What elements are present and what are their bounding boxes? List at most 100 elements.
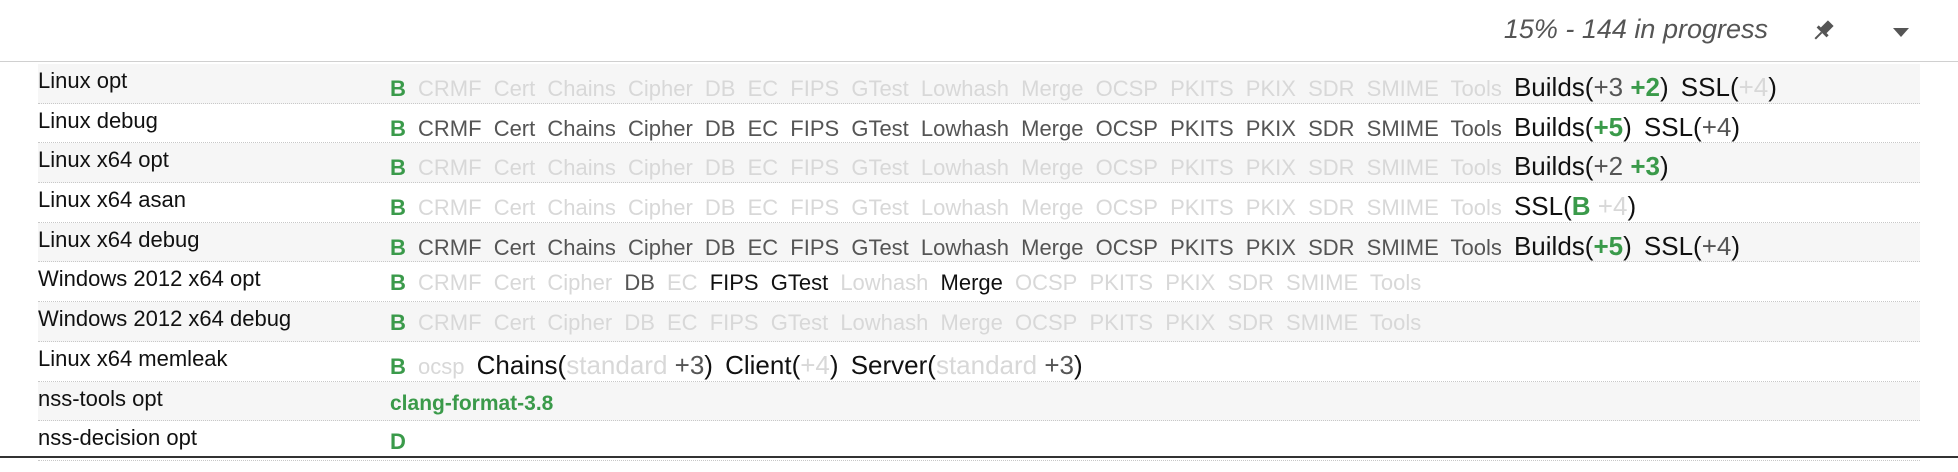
group-ssl[interactable]: SSL(B +4): [1514, 191, 1636, 221]
job-merge[interactable]: Merge: [941, 270, 1003, 295]
job-merge[interactable]: Merge: [1021, 155, 1083, 180]
job-ocsp[interactable]: OCSP: [1096, 116, 1158, 141]
job-tools[interactable]: Tools: [1450, 195, 1501, 220]
job-pkits[interactable]: PKITS: [1089, 310, 1153, 335]
job-pkix[interactable]: PKIX: [1246, 195, 1296, 220]
job-gtest[interactable]: GTest: [771, 270, 828, 295]
job-sdr[interactable]: SDR: [1227, 310, 1273, 335]
job-lowhash[interactable]: Lowhash: [921, 235, 1009, 260]
job-cert[interactable]: Cert: [494, 235, 536, 260]
job-db[interactable]: DB: [624, 270, 655, 295]
job-ocsp[interactable]: OCSP: [1096, 76, 1158, 101]
group-builds[interactable]: Builds(+5): [1514, 112, 1632, 142]
job-smime[interactable]: SMIME: [1367, 195, 1439, 220]
group-count[interactable]: +3: [1044, 350, 1074, 380]
job-fips[interactable]: FIPS: [790, 155, 839, 180]
group-client[interactable]: Client(+4): [725, 350, 838, 380]
group-count[interactable]: +4: [800, 350, 830, 380]
job-cert[interactable]: Cert: [494, 195, 536, 220]
job-pkix[interactable]: PKIX: [1246, 235, 1296, 260]
job-merge[interactable]: Merge: [1021, 235, 1083, 260]
job-pkix[interactable]: PKIX: [1246, 116, 1296, 141]
group-count[interactable]: +4: [1739, 72, 1769, 102]
job-fips[interactable]: FIPS: [790, 235, 839, 260]
group-count[interactable]: +2: [1630, 72, 1660, 102]
job-sdr[interactable]: SDR: [1308, 155, 1354, 180]
job-decision[interactable]: D: [390, 429, 406, 454]
job-smime[interactable]: SMIME: [1367, 235, 1439, 260]
job-fips[interactable]: FIPS: [710, 310, 759, 335]
job-fips[interactable]: FIPS: [710, 270, 759, 295]
job-build[interactable]: B: [390, 116, 406, 141]
group-server[interactable]: Server(standard +3): [851, 350, 1083, 380]
job-cert[interactable]: Cert: [494, 116, 536, 141]
job-cert[interactable]: Cert: [494, 270, 536, 295]
job-sdr[interactable]: SDR: [1308, 195, 1354, 220]
job-cipher[interactable]: Cipher: [547, 310, 612, 335]
job-chains[interactable]: Chains: [547, 195, 615, 220]
group-count[interactable]: +3: [1593, 72, 1623, 102]
job-lowhash[interactable]: Lowhash: [921, 116, 1009, 141]
job-tools[interactable]: Tools: [1450, 116, 1501, 141]
job-crmf[interactable]: CRMF: [418, 195, 482, 220]
job-lowhash[interactable]: Lowhash: [840, 270, 928, 295]
job-build[interactable]: B: [390, 76, 406, 101]
job-pkits[interactable]: PKITS: [1170, 116, 1234, 141]
group-count[interactable]: +4: [1598, 191, 1628, 221]
job-build[interactable]: B: [390, 270, 406, 295]
job-tools[interactable]: Tools: [1450, 235, 1501, 260]
job-cert[interactable]: Cert: [494, 310, 536, 335]
pin-icon[interactable]: [1808, 16, 1838, 46]
job-standard[interactable]: standard: [566, 350, 667, 380]
job-lowhash[interactable]: Lowhash: [921, 195, 1009, 220]
job-smime[interactable]: SMIME: [1367, 155, 1439, 180]
job-ec[interactable]: EC: [748, 155, 779, 180]
group-ssl[interactable]: SSL(+4): [1644, 231, 1740, 261]
job-ocsp[interactable]: OCSP: [1096, 155, 1158, 180]
job-standard[interactable]: standard: [936, 350, 1037, 380]
job-db[interactable]: DB: [705, 235, 736, 260]
job-cipher[interactable]: Cipher: [547, 270, 612, 295]
group-builds[interactable]: Builds(+2 +3): [1514, 151, 1669, 181]
job-sdr[interactable]: SDR: [1308, 76, 1354, 101]
job-crmf[interactable]: CRMF: [418, 270, 482, 295]
group-count[interactable]: +3: [1630, 151, 1660, 181]
job-pkix[interactable]: PKIX: [1246, 76, 1296, 101]
job-ocsp[interactable]: OCSP: [1015, 310, 1077, 335]
job-db[interactable]: DB: [624, 310, 655, 335]
job-gtest[interactable]: GTest: [771, 310, 828, 335]
job-tools[interactable]: Tools: [1370, 270, 1421, 295]
job-sdr[interactable]: SDR: [1308, 235, 1354, 260]
job-lowhash[interactable]: Lowhash: [840, 310, 928, 335]
job-smime[interactable]: SMIME: [1286, 310, 1358, 335]
job-pkits[interactable]: PKITS: [1170, 155, 1234, 180]
job-ec[interactable]: EC: [667, 310, 698, 335]
job-tools[interactable]: Tools: [1370, 310, 1421, 335]
job-cipher[interactable]: Cipher: [628, 116, 693, 141]
group-ssl[interactable]: SSL(+4): [1681, 72, 1777, 102]
job-pkits[interactable]: PKITS: [1170, 235, 1234, 260]
job-chains[interactable]: Chains: [547, 116, 615, 141]
job-cipher[interactable]: Cipher: [628, 155, 693, 180]
job-ocsp[interactable]: ocsp: [418, 354, 464, 379]
chevron-down-icon[interactable]: [1886, 22, 1916, 44]
job-cert[interactable]: Cert: [494, 155, 536, 180]
job-tools[interactable]: Tools: [1450, 76, 1501, 101]
job-db[interactable]: DB: [705, 76, 736, 101]
job-build[interactable]: B: [390, 354, 406, 379]
job-gtest[interactable]: GTest: [851, 155, 908, 180]
job-fips[interactable]: FIPS: [790, 76, 839, 101]
job-db[interactable]: DB: [705, 155, 736, 180]
job-merge[interactable]: Merge: [1021, 76, 1083, 101]
job-smime[interactable]: SMIME: [1367, 76, 1439, 101]
job-merge[interactable]: Merge: [1021, 116, 1083, 141]
group-chains[interactable]: Chains(standard +3): [477, 350, 713, 380]
job-lowhash[interactable]: Lowhash: [921, 76, 1009, 101]
job-ec[interactable]: EC: [667, 270, 698, 295]
job-pkits[interactable]: PKITS: [1170, 76, 1234, 101]
job-ec[interactable]: EC: [748, 76, 779, 101]
job-smime[interactable]: SMIME: [1286, 270, 1358, 295]
job-cipher[interactable]: Cipher: [628, 235, 693, 260]
job-db[interactable]: DB: [705, 195, 736, 220]
job-crmf[interactable]: CRMF: [418, 310, 482, 335]
